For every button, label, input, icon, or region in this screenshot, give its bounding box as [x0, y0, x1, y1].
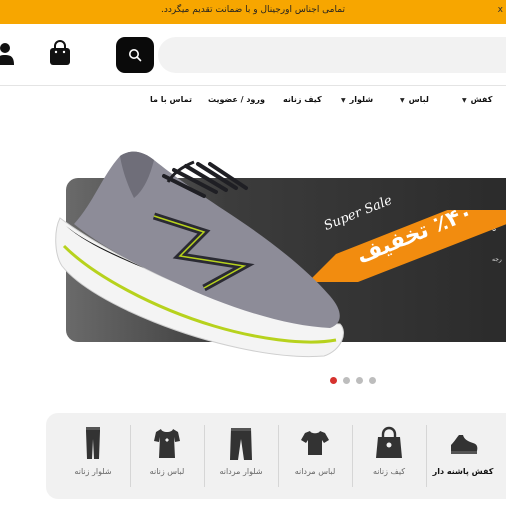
category-womens-pants[interactable]: شلوار زنانه [56, 425, 130, 489]
chevron-down-icon: ▼ [462, 97, 467, 104]
nav-item-pants[interactable]: شلوار▼ [341, 95, 373, 104]
nav-item-label: ورود / عضویت [208, 95, 265, 104]
announcement-bar: تمامی اجناس اورجینال و با ضمانت تقدیم می… [0, 0, 506, 24]
divider [278, 425, 279, 487]
tshirt-icon [301, 431, 329, 455]
nav-item-womens-bags[interactable]: کیف زنانه [283, 95, 322, 104]
chevron-down-icon: ▼ [341, 97, 346, 104]
chevron-down-icon: ▼ [400, 97, 405, 104]
womens-top-icon [154, 429, 180, 458]
pants-icon [230, 428, 252, 460]
slider-dot[interactable] [356, 377, 363, 384]
category-label: لباس زنانه [149, 467, 185, 476]
nav-item-label: تماس با ما [150, 95, 192, 104]
search-button[interactable] [116, 37, 154, 73]
nav-item-shoes[interactable]: کفش▼ [462, 95, 492, 104]
category-strip: کفش پاشنه دار کیف زنانه لباس مردانه شلوا… [46, 413, 506, 499]
nav-item-label: لباس [408, 95, 429, 104]
category-label: لباس مردانه [294, 467, 336, 476]
search-icon [129, 49, 142, 62]
handbag-icon [376, 426, 402, 458]
nav-item-label: کیف زنانه [283, 95, 322, 104]
category-label: کیف زنانه [372, 467, 406, 476]
divider [204, 425, 205, 487]
leggings-icon [86, 427, 100, 459]
announcement-close-button[interactable]: x [498, 5, 503, 15]
nav-item-label: شلوار [349, 95, 374, 104]
divider [130, 425, 131, 487]
category-heeled-shoes[interactable]: کفش پاشنه دار [426, 425, 500, 489]
nav-item-clothes[interactable]: لباس▼ [400, 95, 429, 104]
category-label: شلوار زنانه [74, 467, 112, 476]
category-womens-clothes[interactable]: لباس زنانه [130, 425, 204, 489]
category-mens-pants[interactable]: شلوار مردانه [204, 425, 278, 489]
slider-dot[interactable] [330, 377, 337, 384]
shoe-image [55, 151, 344, 358]
category-label: شلوار مردانه [219, 467, 263, 476]
category-womens-bags[interactable]: کیف زنانه [352, 425, 426, 489]
nav-item-label: کفش [470, 95, 493, 104]
heeled-shoe-icon [451, 435, 478, 454]
category-label: کفش پاشنه دار [432, 467, 494, 476]
divider [352, 425, 353, 487]
announcement-text: تمامی اجناس اورجینال و با ضمانت تقدیم می… [161, 5, 345, 15]
nav-item-contact[interactable]: تماس با ما [150, 95, 192, 104]
category-mens-clothes[interactable]: لباس مردانه [278, 425, 352, 489]
slider-dot[interactable] [343, 377, 350, 384]
user-icon[interactable] [0, 42, 14, 66]
site-header [0, 24, 506, 86]
divider [426, 425, 427, 487]
main-nav: کفش▼ لباس▼ شلوار▼ کیف زنانه ورود / عضویت… [0, 95, 506, 109]
search-input[interactable] [158, 37, 506, 73]
shopping-bag-icon[interactable] [48, 40, 72, 66]
nav-item-login[interactable]: ورود / عضویت [208, 95, 265, 104]
slider-dot[interactable] [369, 377, 376, 384]
